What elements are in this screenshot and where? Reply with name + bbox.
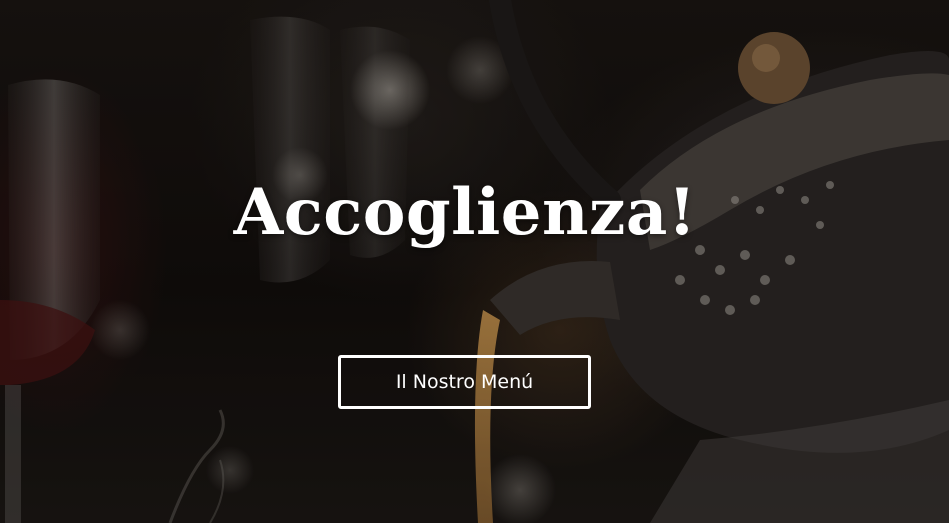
hero-heading: Accoglienza! (233, 175, 697, 250)
hero-section: Accoglienza! Il Nostro Menú (0, 0, 949, 523)
our-menu-button[interactable]: Il Nostro Menú (338, 355, 591, 409)
dark-overlay (0, 0, 949, 523)
